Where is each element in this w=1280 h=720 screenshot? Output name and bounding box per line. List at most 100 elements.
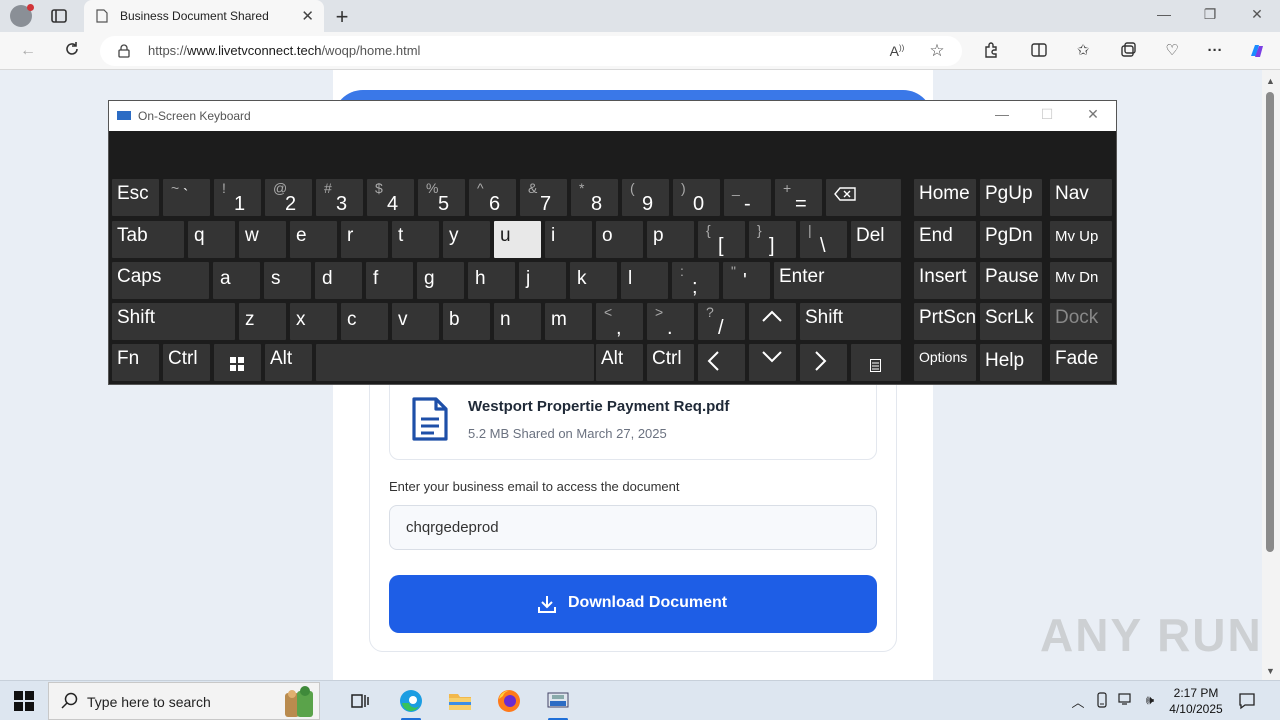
tray-device-icon[interactable] [1094,692,1110,708]
key-g[interactable]: g [417,262,464,299]
key-prtscn[interactable]: PrtScn [914,303,976,340]
key-help[interactable]: Help [980,344,1042,381]
task-view-icon[interactable] [346,687,374,715]
key-pause[interactable]: Pause [980,262,1042,299]
osk-maximize-icon[interactable]: ☐ [1037,106,1057,123]
key-backtick[interactable]: ~ ` [163,179,210,216]
key-period[interactable]: >. [647,303,694,340]
key-r[interactable]: r [341,221,388,258]
key-8[interactable]: * 8 [571,179,618,216]
key-arrow-left[interactable] [698,344,745,381]
key-arrow-up[interactable] [749,303,796,340]
edge-taskbar-icon[interactable] [397,687,425,720]
key-end[interactable]: End [914,221,976,258]
key-f[interactable]: f [366,262,413,299]
refresh-icon[interactable] [62,41,82,61]
key-6[interactable]: ^ 6 [469,179,516,216]
key-pgup[interactable]: PgUp [980,179,1042,216]
key-b[interactable]: b [443,303,490,340]
extensions-icon[interactable] [981,41,1001,61]
firefox-icon[interactable] [495,687,523,715]
key-slash[interactable]: ? / [698,303,745,340]
tray-chevron-icon[interactable]: ︿ [1070,692,1086,710]
taskbar-clock[interactable]: 2:17 PM 4/10/2025 [1164,685,1228,717]
key-0[interactable]: ) 0 [673,179,720,216]
key-tab[interactable]: Tab [112,221,184,258]
performance-icon[interactable]: ♡ [1162,41,1182,61]
key-pgdn[interactable]: PgDn [980,221,1042,258]
copilot-icon[interactable] [1247,41,1267,61]
key-x[interactable]: x [290,303,337,340]
scroll-up-icon[interactable]: ▲ [1266,76,1275,86]
back-icon[interactable]: ← [18,41,38,61]
scroll-thumb[interactable] [1266,92,1274,552]
key-open-bracket[interactable]: {[ [698,221,745,258]
key-caps[interactable]: Caps [112,262,209,299]
key-m[interactable]: m [545,303,592,340]
key-w[interactable]: w [239,221,286,258]
split-screen-icon[interactable] [1029,41,1049,61]
key-shift-left[interactable]: Shift [112,303,235,340]
key-menu[interactable] [851,344,901,381]
key-n[interactable]: n [494,303,541,340]
key-7[interactable]: & 7 [520,179,567,216]
more-options-icon[interactable]: ··· [1205,41,1225,61]
key-u[interactable]: u [494,221,541,258]
favorites-icon[interactable]: ✩ [1073,41,1093,61]
key-fade[interactable]: Fade [1050,344,1112,381]
key-insert[interactable]: Insert [914,262,976,299]
page-scrollbar[interactable]: ▲ ▼ [1262,70,1280,680]
key-l[interactable]: l [621,262,668,299]
new-tab-icon[interactable]: + [330,4,354,30]
key-d[interactable]: d [315,262,362,299]
key-backslash[interactable]: | \ [800,221,847,258]
key-options[interactable]: Options [914,344,976,381]
on-screen-keyboard-taskbar-icon[interactable] [544,687,572,720]
key-close-bracket[interactable]: }] [749,221,796,258]
key-ctrl-left[interactable]: Ctrl [163,344,210,381]
key-alt-left[interactable]: Alt [265,344,312,381]
key-comma[interactable]: <, [596,303,643,340]
key-k[interactable]: k [570,262,617,299]
key-z[interactable]: z [239,303,286,340]
key-dock[interactable]: Dock [1050,303,1112,340]
osk-minimize-icon[interactable]: — [992,106,1012,122]
close-window-icon[interactable]: ✕ [1247,6,1267,23]
start-button[interactable] [14,691,34,711]
key-semicolon[interactable]: :; [672,262,719,299]
key-mv-up[interactable]: Mv Up [1050,221,1112,258]
collections-icon[interactable] [1118,41,1138,61]
key-enter[interactable]: Enter [774,262,901,299]
email-field[interactable] [389,505,877,550]
key-t[interactable]: t [392,221,439,258]
download-document-button[interactable]: Download Document [389,575,877,633]
volume-icon[interactable]: 🕪 [1142,692,1158,708]
key-p[interactable]: p [647,221,694,258]
key-o[interactable]: o [596,221,643,258]
key-i[interactable]: i [545,221,592,258]
key-y[interactable]: y [443,221,490,258]
key-windows[interactable] [214,344,261,381]
network-icon[interactable] [1118,692,1134,708]
browser-tab-active[interactable]: Business Document Shared ✕ [84,0,324,32]
favorite-star-icon[interactable]: ☆ [928,41,946,60]
minimize-window-icon[interactable]: — [1154,6,1174,22]
key-space[interactable] [316,344,594,381]
key-arrow-down[interactable] [749,344,796,381]
key-j[interactable]: j [519,262,566,299]
key-4[interactable]: $4 [367,179,414,216]
key-5[interactable]: % 5 [418,179,465,216]
key-v[interactable]: v [392,303,439,340]
lock-icon[interactable] [118,44,130,63]
key-c[interactable]: c [341,303,388,340]
key-9[interactable]: (9 [622,179,669,216]
key-nav[interactable]: Nav [1050,179,1112,216]
key-equals[interactable]: + = [775,179,822,216]
key-del[interactable]: Del [851,221,901,258]
key-1[interactable]: ! 1 [214,179,261,216]
key-home[interactable]: Home [914,179,976,216]
key-minus[interactable]: _ - [724,179,771,216]
close-tab-icon[interactable]: ✕ [301,7,314,25]
scroll-down-icon[interactable]: ▼ [1266,666,1275,676]
read-aloud-icon[interactable]: A)) [888,43,906,61]
